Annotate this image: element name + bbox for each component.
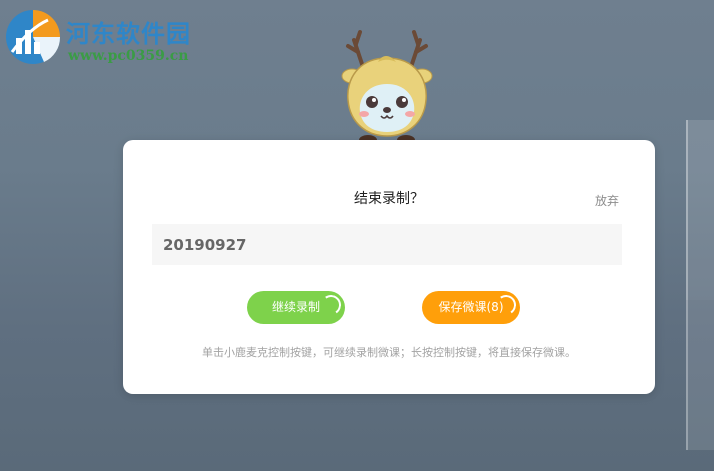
deer-mascot-icon bbox=[341, 30, 433, 145]
save-lesson-label: 保存微课(8) bbox=[438, 300, 504, 314]
desktop-window-edge bbox=[686, 120, 714, 300]
desktop-window-edge-lower bbox=[686, 300, 714, 450]
watermark: 河东软件园 www.pc0359.cn bbox=[4, 8, 214, 68]
lesson-name-input[interactable] bbox=[152, 224, 622, 265]
end-recording-dialog: 结束录制？ 放弃 继续录制 保存微课(8) 单击小鹿麦克控制按键，可继续录制微课… bbox=[123, 140, 655, 394]
watermark-url: www.pc0359.cn bbox=[68, 48, 189, 64]
continue-recording-label: 继续录制 bbox=[271, 300, 320, 314]
pie-chart-logo-icon bbox=[6, 10, 61, 64]
hint-text: 单击小鹿麦克控制按键，可继续录制微课；长按控制按键，将直接保存微课。 bbox=[202, 346, 576, 359]
continue-recording-button[interactable]: 继续录制 bbox=[247, 291, 345, 324]
watermark-title: 河东软件园 bbox=[66, 19, 191, 48]
loading-arc-icon bbox=[319, 293, 343, 317]
save-lesson-button[interactable]: 保存微课(8) bbox=[422, 291, 520, 324]
dialog-title: 结束录制？ bbox=[354, 191, 424, 207]
discard-button[interactable]: 放弃 bbox=[595, 192, 619, 209]
